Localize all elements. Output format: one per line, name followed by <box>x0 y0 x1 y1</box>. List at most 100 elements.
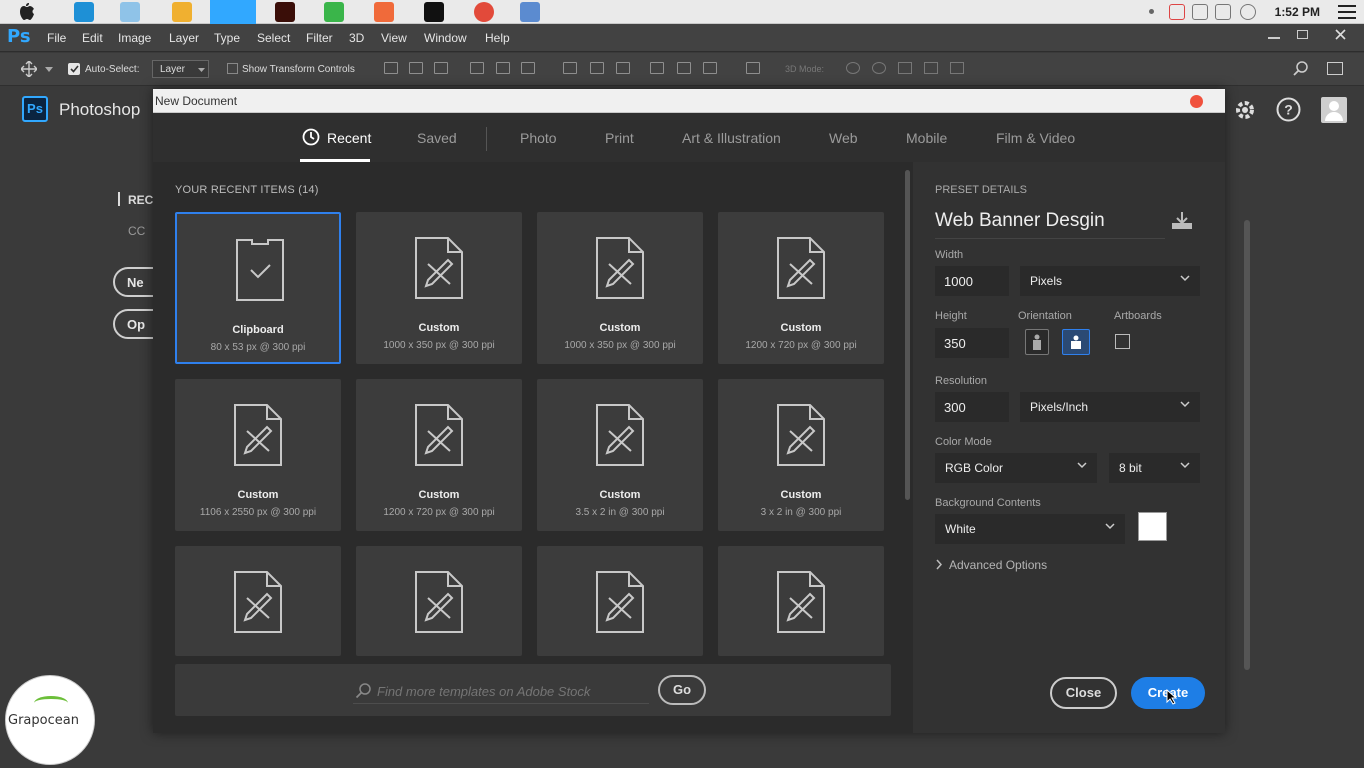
stock-search-input[interactable] <box>377 682 649 700</box>
restore-icon[interactable] <box>1297 30 1308 39</box>
width-unit-dropdown[interactable]: Pixels <box>1020 266 1200 296</box>
search-icon[interactable] <box>1293 61 1308 76</box>
app-dock-icon[interactable] <box>374 2 394 22</box>
media-dock-icon[interactable] <box>172 2 192 22</box>
save-preset-icon[interactable] <box>1171 212 1193 230</box>
go-button[interactable]: Go <box>658 675 706 705</box>
recent-item-tile[interactable]: Clipboard 80 x 53 px @ 300 ppi <box>175 212 341 364</box>
settings-gear-icon[interactable] <box>1233 98 1257 122</box>
bit-depth-dropdown[interactable]: 8 bit <box>1109 453 1200 483</box>
background-color-swatch[interactable] <box>1138 512 1167 541</box>
recent-item-tile[interactable] <box>537 546 703 656</box>
align-vcenter-icon[interactable] <box>409 62 423 74</box>
menu-help[interactable]: Help <box>485 31 510 45</box>
workspace-scrollbar[interactable] <box>1244 220 1250 670</box>
align-bottom-icon[interactable] <box>434 62 448 74</box>
3d-roll-icon[interactable] <box>872 62 886 74</box>
background-contents-dropdown[interactable]: White <box>935 514 1125 544</box>
tab-mobile[interactable]: Mobile <box>906 130 947 146</box>
distribute-bottom-icon[interactable] <box>616 62 630 74</box>
menu-layer[interactable]: Layer <box>169 31 199 45</box>
recent-item-tile[interactable]: Custom 1106 x 2550 px @ 300 ppi <box>175 379 341 531</box>
minimize-icon[interactable] <box>1268 37 1280 39</box>
distribute-vcenter-icon[interactable] <box>590 62 604 74</box>
tab-saved[interactable]: Saved <box>417 130 457 146</box>
menu-image[interactable]: Image <box>118 31 151 45</box>
show-transform-checkbox[interactable] <box>227 63 238 74</box>
width-input[interactable]: 1000 <box>935 266 1009 296</box>
ie-dock-icon[interactable] <box>74 2 94 22</box>
menu-edit[interactable]: Edit <box>82 31 103 45</box>
folder-dock-icon[interactable] <box>120 2 140 22</box>
menu-window[interactable]: Window <box>424 31 467 45</box>
menu-select[interactable]: Select <box>257 31 290 45</box>
tray-icon-1[interactable] <box>1169 4 1185 20</box>
distribute-hcenter-icon[interactable] <box>677 62 691 74</box>
recent-item-tile[interactable]: Custom 1200 x 720 px @ 300 ppi <box>718 212 884 364</box>
recent-item-tile[interactable] <box>718 546 884 656</box>
distribute-top-icon[interactable] <box>563 62 577 74</box>
recent-item-tile[interactable]: Custom 3.5 x 2 in @ 300 ppi <box>537 379 703 531</box>
tab-recent[interactable]: Recent <box>327 130 371 146</box>
recent-item-tile[interactable]: Custom 3 x 2 in @ 300 ppi <box>718 379 884 531</box>
3d-pan-icon[interactable] <box>898 62 912 74</box>
recent-item-name: Custom <box>780 489 822 501</box>
tab-film-video[interactable]: Film & Video <box>996 130 1075 146</box>
close-button[interactable]: Close <box>1050 677 1117 709</box>
app-dock-icon-3[interactable] <box>520 2 540 22</box>
recent-scrollbar[interactable] <box>905 170 910 500</box>
tray-icon-2[interactable] <box>1192 4 1208 20</box>
resolution-unit-dropdown[interactable]: Pixels/Inch <box>1020 392 1200 422</box>
3d-scale-icon[interactable] <box>950 62 964 74</box>
move-tool-icon[interactable] <box>21 61 37 77</box>
align-right-icon[interactable] <box>521 62 535 74</box>
recent-item-tile[interactable] <box>175 546 341 656</box>
distribute-right-icon[interactable] <box>703 62 717 74</box>
height-input[interactable]: 350 <box>935 328 1009 358</box>
recent-item-tile[interactable] <box>356 546 522 656</box>
apple-icon[interactable] <box>19 3 35 21</box>
chevron-down-icon[interactable] <box>45 67 53 72</box>
align-hcenter-icon[interactable] <box>496 62 510 74</box>
user-avatar-icon[interactable] <box>1321 97 1347 123</box>
menu-file[interactable]: File <box>47 31 66 45</box>
portrait-orientation-button[interactable] <box>1025 329 1049 355</box>
menu-filter[interactable]: Filter <box>306 31 333 45</box>
app-dock-icon-2[interactable] <box>424 2 444 22</box>
distribute-left-icon[interactable] <box>650 62 664 74</box>
camtasia-dock-icon[interactable] <box>324 2 344 22</box>
tray-icon-3[interactable] <box>1215 4 1231 20</box>
resolution-input[interactable]: 300 <box>935 392 1009 422</box>
recent-item-tile[interactable]: Custom 1200 x 720 px @ 300 ppi <box>356 379 522 531</box>
preset-name-field[interactable]: Web Banner Desgin <box>935 210 1165 239</box>
menu-type[interactable]: Type <box>214 31 240 45</box>
artboards-checkbox[interactable] <box>1115 334 1130 349</box>
align-left-icon[interactable] <box>470 62 484 74</box>
tab-web[interactable]: Web <box>829 130 858 146</box>
ps-logo[interactable]: Ps <box>7 26 31 47</box>
chrome-dock-icon[interactable] <box>474 2 494 22</box>
close-icon[interactable] <box>1335 29 1346 40</box>
workspace-icon[interactable] <box>1327 62 1343 75</box>
3d-slide-icon[interactable] <box>924 62 938 74</box>
advanced-options-toggle[interactable]: Advanced Options <box>935 558 1047 572</box>
menu-icon[interactable] <box>1338 5 1356 19</box>
recent-item-tile[interactable]: Custom 1000 x 350 px @ 300 ppi <box>537 212 703 364</box>
3d-orbit-icon[interactable] <box>846 62 860 74</box>
landscape-orientation-button[interactable] <box>1062 329 1090 355</box>
volume-icon[interactable] <box>1240 4 1256 20</box>
help-icon[interactable]: ? <box>1276 97 1301 122</box>
tab-print[interactable]: Print <box>605 130 634 146</box>
tab-art-illustration[interactable]: Art & Illustration <box>682 130 781 146</box>
illustrator-dock-icon[interactable] <box>275 2 295 22</box>
tab-photo[interactable]: Photo <box>520 130 557 146</box>
auto-select-target-dropdown[interactable]: Layer <box>152 60 209 78</box>
dialog-close-button[interactable] <box>1190 95 1203 108</box>
menu-view[interactable]: View <box>381 31 407 45</box>
align-top-icon[interactable] <box>384 62 398 74</box>
color-mode-dropdown[interactable]: RGB Color <box>935 453 1097 483</box>
photoshop-dock-icon[interactable] <box>210 0 256 24</box>
auto-align-icon[interactable] <box>746 62 760 74</box>
menu-3d[interactable]: 3D <box>349 31 364 45</box>
recent-item-tile[interactable]: Custom 1000 x 350 px @ 300 ppi <box>356 212 522 364</box>
